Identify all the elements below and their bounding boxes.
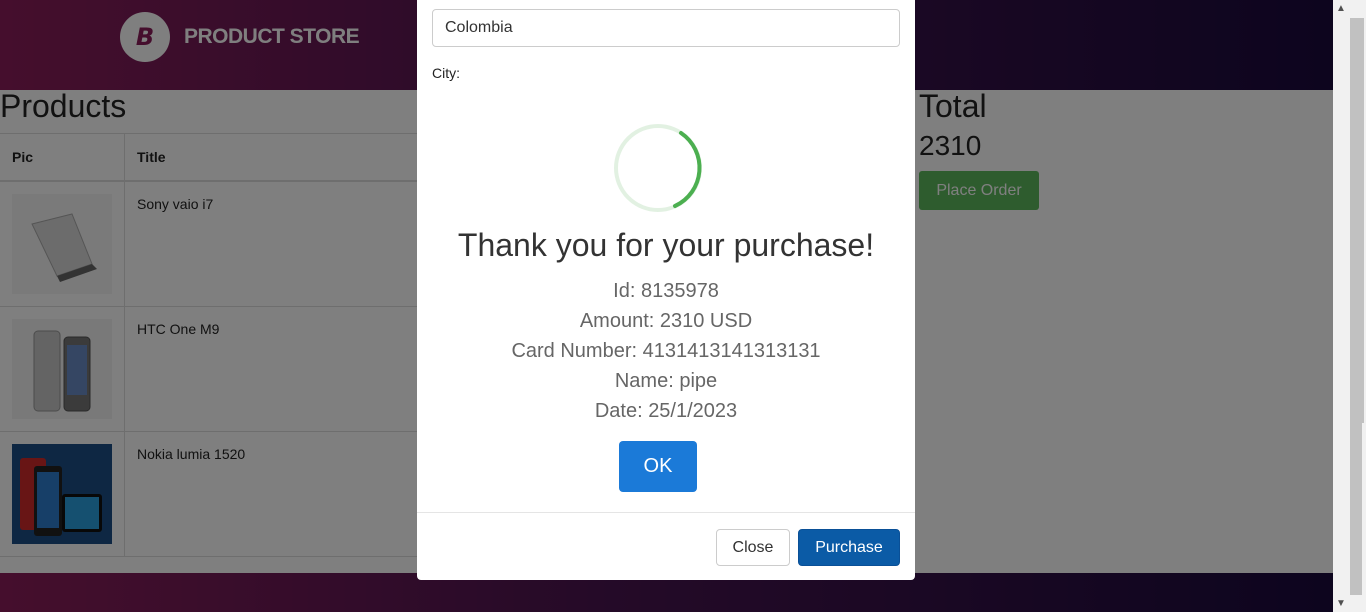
alert-details: Id: 8135978 Amount: 2310 USD Card Number… — [417, 276, 915, 426]
ok-button[interactable]: OK — [619, 441, 697, 492]
order-id: Id: 8135978 — [613, 280, 719, 302]
success-spinner-icon — [614, 124, 702, 212]
window-scrollbar-thumb[interactable] — [1350, 18, 1364, 423]
modal-footer: Close Purchase — [417, 512, 915, 580]
customer-name: Name: pipe — [614, 370, 718, 392]
scroll-down-arrow-icon[interactable]: ▼ — [1336, 598, 1346, 609]
country-input[interactable] — [432, 9, 900, 47]
scroll-up-arrow-icon[interactable]: ▲ — [1336, 3, 1346, 14]
card-number: Card Number: 4131413141313131 — [511, 340, 821, 362]
order-amount: Amount: 2310 USD — [579, 310, 753, 332]
order-date: Date: 25/1/2023 — [594, 400, 738, 422]
city-label: City: — [432, 65, 460, 81]
close-button[interactable]: Close — [716, 529, 790, 566]
alert-title: Thank you for your purchase! — [457, 227, 875, 263]
purchase-button[interactable]: Purchase — [798, 529, 900, 566]
purchase-success-alert: Thank you for your purchase! Id: 8135978… — [417, 90, 915, 510]
